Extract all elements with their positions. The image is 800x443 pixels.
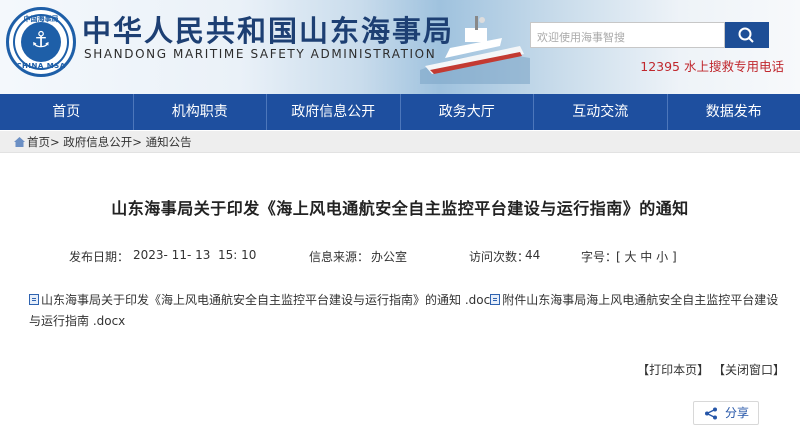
site-subtitle: SHANDONG MARITIME SAFETY ADMINISTRATION xyxy=(84,47,437,61)
logo-text-bottom: CHINA MSA xyxy=(16,62,66,70)
china-msa-logo[interactable]: 中国海事局 ⚓ CHINA MSA xyxy=(6,7,76,77)
share-icon xyxy=(705,407,717,420)
nav-data-release[interactable]: 数据发布 xyxy=(668,94,800,130)
breadcrumb-home[interactable]: 首页 xyxy=(27,135,50,149)
publish-date: 2023- 11- 13 15: 10 xyxy=(133,248,257,262)
site-header: 中国海事局 ⚓ CHINA MSA 中华人民共和国山东海事局 SHANDONG … xyxy=(0,0,800,94)
attachments: 山东海事局关于印发《海上风电通航安全自主监控平台建设与运行指南》的通知 .doc… xyxy=(29,290,789,332)
visits-label: 访问次数： xyxy=(469,250,530,264)
nav-interaction[interactable]: 互动交流 xyxy=(534,94,668,130)
anchor-emblem: ⚓ xyxy=(21,22,61,62)
font-size-label: 字号： xyxy=(581,250,618,264)
share-button[interactable]: 分享 xyxy=(693,401,759,425)
document-icon xyxy=(29,294,39,305)
share-label: 分享 xyxy=(725,406,750,420)
search-button[interactable] xyxy=(725,22,769,48)
nav-service-hall[interactable]: 政务大厅 xyxy=(401,94,534,130)
anchor-icon: ⚓ xyxy=(31,28,51,53)
print-button[interactable]: 【打印本页】 xyxy=(637,363,709,377)
breadcrumb-notices[interactable]: 通知公告 xyxy=(146,135,192,149)
source-value: 办公室 xyxy=(371,250,408,264)
source-label: 信息来源： xyxy=(309,250,370,264)
home-icon xyxy=(14,137,25,147)
document-icon xyxy=(490,294,501,305)
page-actions: 【打印本页】 【关闭窗口】 xyxy=(637,361,785,378)
breadcrumb-gov-info[interactable]: 政府信息公开 xyxy=(63,135,132,149)
rescue-hotline: 12395 水上搜救专用电话 xyxy=(640,59,784,74)
publish-date-label: 发布日期： xyxy=(69,250,130,264)
search-icon xyxy=(738,27,754,43)
nav-gov-info[interactable]: 政府信息公开 xyxy=(267,94,401,130)
attachment-link-doc[interactable]: 山东海事局关于印发《海上风电通航安全自主监控平台建设与运行指南》的通知 .doc xyxy=(41,293,490,307)
article-title: 山东海事局关于印发《海上风电通航安全自主监控平台建设与运行指南》的通知 xyxy=(111,199,689,218)
visits-count: 44 xyxy=(525,248,541,262)
search-input[interactable]: 欢迎使用海事智搜 xyxy=(530,22,725,48)
breadcrumb-separator: > xyxy=(132,135,142,149)
breadcrumb-separator: > xyxy=(50,135,60,149)
nav-organization[interactable]: 机构职责 xyxy=(134,94,267,130)
close-window-button[interactable]: 【关闭窗口】 xyxy=(713,363,785,377)
font-size-switcher[interactable]: [ 大 中 小 ] xyxy=(616,248,677,265)
site-title[interactable]: 中华人民共和国山东海事局 xyxy=(82,8,454,50)
main-nav: 首页 机构职责 政府信息公开 政务大厅 互动交流 数据发布 xyxy=(0,94,800,130)
breadcrumb: 首页> 政府信息公开> 通知公告 xyxy=(0,131,800,153)
patrol-ship-image xyxy=(420,16,530,84)
nav-home[interactable]: 首页 xyxy=(0,94,134,130)
